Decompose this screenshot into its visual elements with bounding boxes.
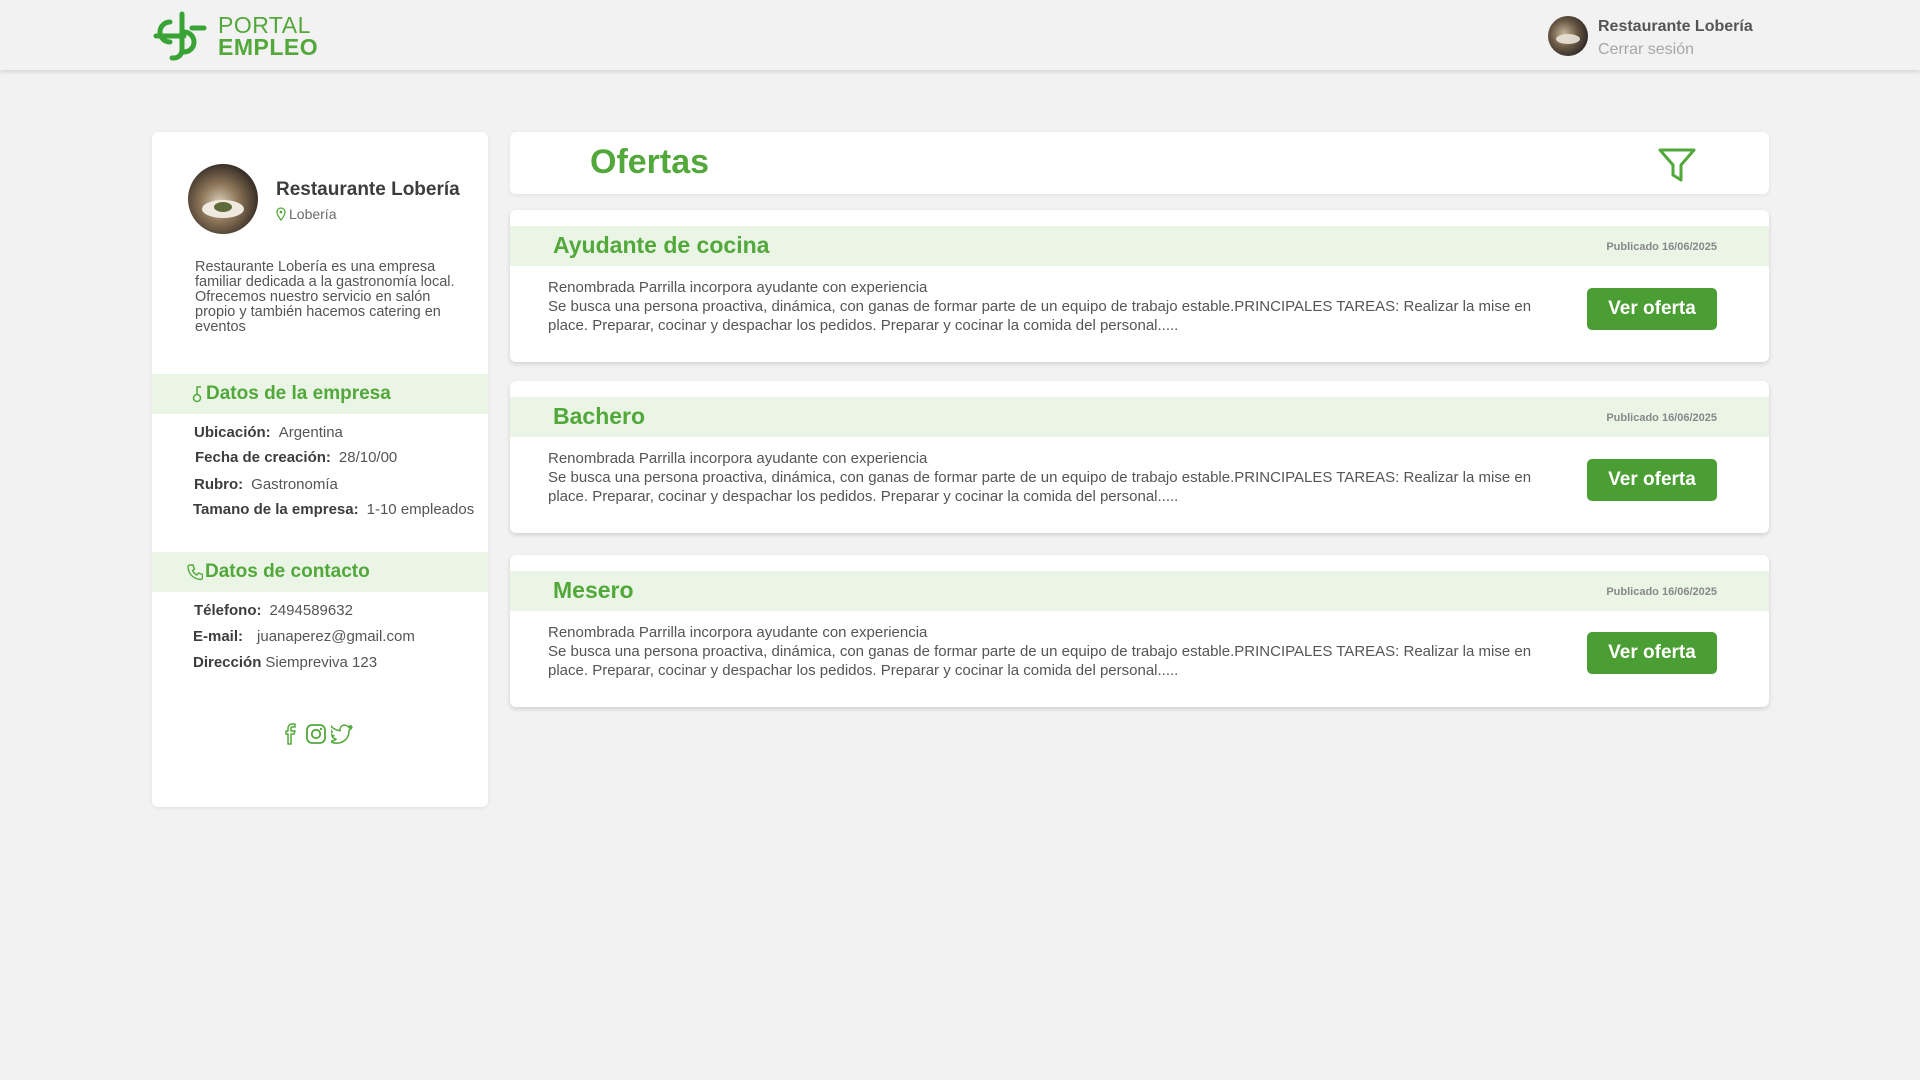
social-links xyxy=(279,723,353,745)
phone-icon xyxy=(187,564,203,581)
offer-date: Publicado 16/06/2025 xyxy=(1606,241,1717,253)
location-value: Argentina xyxy=(278,424,343,441)
offer-subtitle: Renombrada Parrilla incorpora ayudante c… xyxy=(548,624,928,641)
user-name: Restaurante Lobería xyxy=(1598,18,1753,35)
size-label: Tamano de la empresa: xyxy=(193,501,359,518)
offer-title: Ayudante de cocina xyxy=(553,232,770,258)
user-menu: Restaurante Lobería Cerrar sesión xyxy=(1548,16,1753,62)
address-label: Dirección xyxy=(193,654,262,671)
offer-date: Publicado 16/06/2025 xyxy=(1606,586,1717,598)
size-value: 1-10 empleados xyxy=(366,501,475,518)
instagram-icon[interactable] xyxy=(305,723,327,745)
phone-value: 2494589632 xyxy=(269,602,353,619)
industry-value: Gastronomía xyxy=(251,476,338,493)
address-value: Siempreviva 123 xyxy=(265,654,378,671)
logo-portal-text: PORTAL xyxy=(218,12,311,38)
company-founded-row: Fecha de creación: 28/10/00 xyxy=(195,449,397,466)
offers-header: Ofertas xyxy=(510,132,1769,194)
company-avatar xyxy=(188,164,258,234)
company-industry-row: Rubro: Gastronomía xyxy=(194,476,338,493)
offer-header-band: Mesero Publicado 16/06/2025 xyxy=(510,571,1769,611)
company-data-section-header: Datos de la empresa xyxy=(152,374,488,414)
view-offer-button[interactable]: Ver oferta xyxy=(1587,459,1717,501)
founded-value: 28/10/00 xyxy=(338,449,398,466)
company-location-row: Ubicación: Argentina xyxy=(194,424,343,441)
contact-data-title: Datos de contacto xyxy=(205,561,370,582)
filter-icon[interactable] xyxy=(1657,147,1697,183)
contact-address-row: Dirección Siempreviva 123 xyxy=(193,654,377,671)
company-data-icon xyxy=(192,386,202,403)
offer-card: Bachero Publicado 16/06/2025 Renombrada … xyxy=(510,381,1769,533)
offers-title: Ofertas xyxy=(590,143,710,181)
logo-empleo-text: EMPLEO xyxy=(218,34,319,60)
offer-card: Mesero Publicado 16/06/2025 Renombrada P… xyxy=(510,555,1769,707)
facebook-icon[interactable] xyxy=(279,723,301,745)
company-location: Lobería xyxy=(276,206,460,222)
company-location-text: Lobería xyxy=(289,205,337,222)
company-profile-card: Restaurante Lobería Lobería Restaurante … xyxy=(152,132,488,807)
offer-header-band: Ayudante de cocina Publicado 16/06/2025 xyxy=(510,226,1769,266)
founded-label: Fecha de creación: xyxy=(195,449,331,466)
offer-description: Se busca una persona proactiva, dinámica… xyxy=(548,469,1532,505)
email-value: juanaperez@gmail.com xyxy=(257,628,415,645)
user-avatar[interactable] xyxy=(1548,16,1588,56)
company-size-row: Tamano de la empresa: 1-10 empleados xyxy=(193,501,474,518)
logo-icon xyxy=(153,11,207,61)
offer-description: Se busca una persona proactiva, dinámica… xyxy=(548,298,1532,334)
view-offer-button[interactable]: Ver oferta xyxy=(1587,288,1717,330)
offer-card: Ayudante de cocina Publicado 16/06/2025 … xyxy=(510,210,1769,362)
offer-date: Publicado 16/06/2025 xyxy=(1606,412,1717,424)
contact-phone-row: Télefono: 2494589632 xyxy=(194,602,353,619)
offer-description: Se busca una persona proactiva, dinámica… xyxy=(548,643,1532,679)
offer-title: Bachero xyxy=(553,403,646,429)
portal-empleo-logo[interactable]: PORTAL EMPLEO xyxy=(152,10,318,62)
offer-title: Mesero xyxy=(553,577,634,603)
email-label: E-mail: xyxy=(193,628,244,645)
offer-subtitle: Renombrada Parrilla incorpora ayudante c… xyxy=(548,450,928,467)
company-data-title: Datos de la empresa xyxy=(206,383,391,404)
industry-label: Rubro: xyxy=(194,476,244,493)
logout-link[interactable]: Cerrar sesión xyxy=(1598,38,1753,62)
contact-email-row: E-mail: juanaperez@gmail.com xyxy=(193,628,415,645)
top-bar: PORTAL EMPLEO Restaurante Lobería Cerrar… xyxy=(0,0,1920,70)
contact-data-section-header: Datos de contacto xyxy=(152,552,488,592)
phone-label: Télefono: xyxy=(194,602,262,619)
location-pin-icon xyxy=(276,206,286,221)
company-description: Restaurante Lobería es una empresa famil… xyxy=(195,259,455,335)
offer-header-band: Bachero Publicado 16/06/2025 xyxy=(510,397,1769,437)
twitter-icon[interactable] xyxy=(328,723,353,745)
location-label: Ubicación: xyxy=(194,424,271,441)
offer-subtitle: Renombrada Parrilla incorpora ayudante c… xyxy=(548,279,928,296)
company-name: Restaurante Lobería xyxy=(276,178,460,200)
view-offer-button[interactable]: Ver oferta xyxy=(1587,632,1717,674)
